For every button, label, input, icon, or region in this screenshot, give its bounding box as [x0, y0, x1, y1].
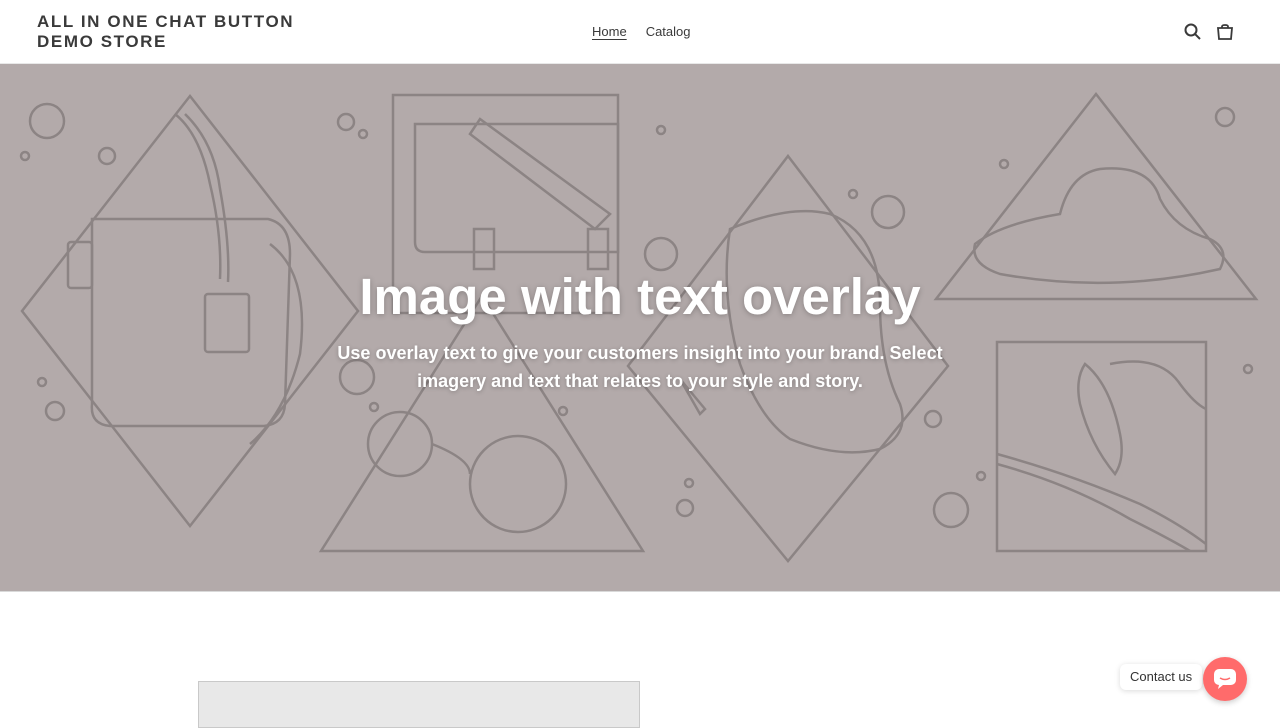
search-icon[interactable] [1183, 22, 1203, 42]
main-nav: Home Catalog [592, 24, 691, 39]
cart-icon[interactable] [1215, 22, 1235, 42]
contact-chat-button[interactable] [1203, 657, 1247, 701]
store-logo-link[interactable]: ALL IN ONE CHAT BUTTON DEMO STORE [37, 12, 337, 52]
hero-text-block: Image with text overlay Use overlay text… [0, 269, 1280, 395]
image-placeholder [198, 681, 640, 728]
contact-us-label[interactable]: Contact us [1120, 664, 1203, 690]
chat-bubble-icon [1214, 669, 1236, 689]
nav-catalog-link[interactable]: Catalog [646, 24, 691, 39]
site-header: ALL IN ONE CHAT BUTTON DEMO STORE Home C… [0, 0, 1280, 64]
hero-title: Image with text overlay [359, 268, 921, 325]
nav-home-link[interactable]: Home [592, 24, 627, 39]
hero-banner: Image with text overlay Use overlay text… [0, 64, 1280, 592]
hero-subtitle: Use overlay text to give your customers … [337, 343, 943, 391]
